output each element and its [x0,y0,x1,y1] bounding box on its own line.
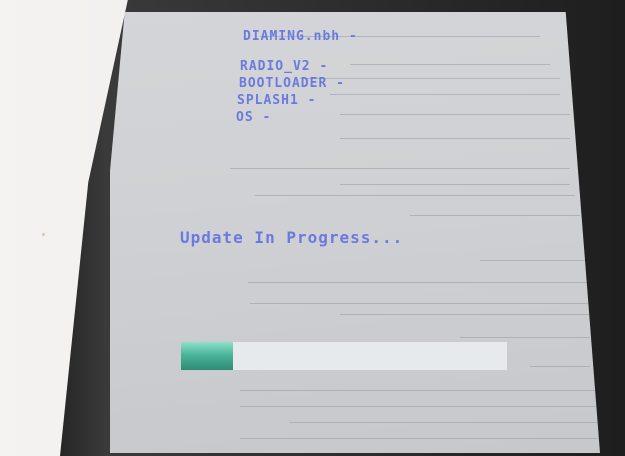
scan-artifact [330,94,560,95]
scan-artifact [340,314,590,315]
update-progress-bar [180,341,508,371]
scan-artifact [250,303,590,304]
scan-artifact [240,438,600,439]
scan-artifact [230,168,570,169]
nbh-file-name: DIAMING.nbh - [243,28,358,45]
component-os: OS - [236,109,272,126]
scan-artifact [255,195,575,196]
scan-artifact [240,390,600,391]
update-progress-fill [181,342,234,370]
scan-artifact [240,406,600,407]
device-screen: DIAMING.nbh - RADIO_V2 - BOOTLOADER - SP… [110,12,600,453]
scan-artifact [290,422,600,423]
component-radio: RADIO_V2 - [240,58,329,75]
scan-artifact [350,64,550,65]
update-status-text: Update In Progress... [180,228,404,247]
dust-speck [42,233,45,236]
component-splash: SPLASH1 - [237,92,317,109]
scan-artifact [480,260,590,261]
scan-artifact [340,138,570,139]
scan-artifact [410,215,580,216]
scan-artifact [340,114,570,115]
scan-artifact [460,337,590,338]
component-bootloader: BOOTLOADER - [239,75,345,92]
scan-artifact [530,366,590,367]
scan-artifact [340,184,570,185]
scan-artifact [248,282,588,283]
